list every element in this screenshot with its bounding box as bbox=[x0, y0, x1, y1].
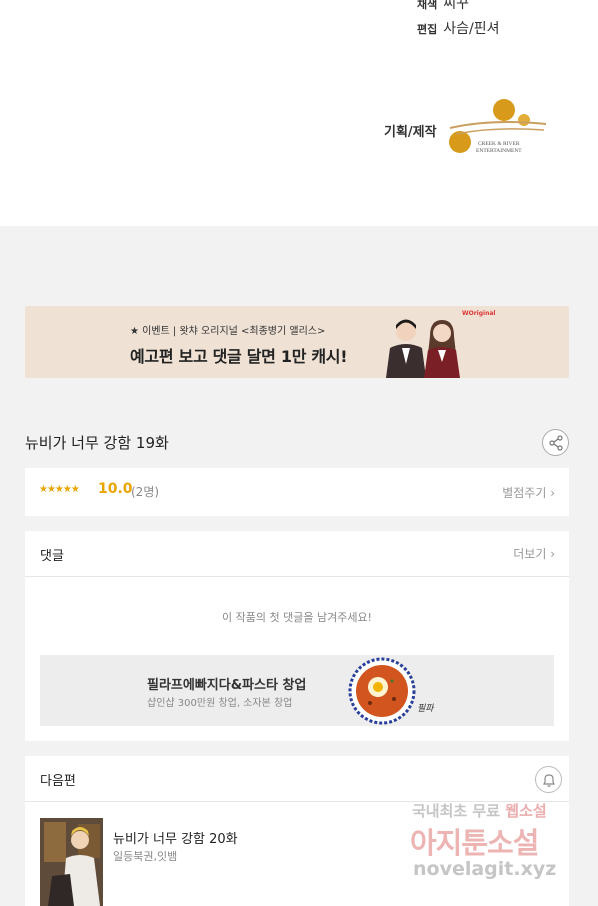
ad-subtitle: 샵인샵 300만원 창업, 소자본 창업 bbox=[147, 698, 293, 709]
credits-section: 채색 씨꾸 편집 사슴/핀셔 기획/제작 CREEK & RIVER ENTERTA… bbox=[0, 0, 598, 226]
ad-title: 필라프에빠지다&파스타 창업 bbox=[147, 678, 307, 693]
next-episode-divider bbox=[25, 801, 569, 802]
next-episode-author: 일등북권,잇뱀 bbox=[113, 850, 178, 863]
next-episode-title[interactable]: 뉴비가 너무 강함 20화 bbox=[113, 828, 238, 847]
rating-card: ★★★★★ 10.0 (2명) 별점주기 › bbox=[25, 468, 569, 516]
thumbnail-image bbox=[40, 818, 103, 906]
banner-character-female bbox=[424, 320, 460, 378]
notify-button[interactable] bbox=[535, 766, 562, 793]
comments-heading: 댓글 bbox=[40, 549, 64, 564]
share-button[interactable] bbox=[542, 429, 569, 456]
bell-icon bbox=[543, 774, 555, 787]
comments-empty-message: 이 작품의 첫 댓글을 남겨주세요! bbox=[222, 611, 372, 624]
next-episode-thumbnail[interactable] bbox=[40, 818, 103, 906]
credit-plan: 기획/제작 bbox=[384, 121, 443, 140]
next-episode-card: 다음편 뉴비가 너무 강함 20화 일등북권,잇뱀 bbox=[25, 756, 569, 906]
rating-stars: ★★★★★ bbox=[39, 484, 80, 495]
next-episode-heading: 다음편 bbox=[40, 774, 76, 789]
banner-brand-tag: WOriginal bbox=[462, 310, 496, 317]
credit-art-label: 채색 bbox=[417, 0, 438, 11]
credit-plan-label: 기획/제작 bbox=[384, 125, 437, 140]
rate-button[interactable]: 별점주기 › bbox=[502, 484, 555, 501]
creek-river-logo: CREEK & RIVER ENTERTAINMENT bbox=[449, 99, 547, 154]
event-banner[interactable]: ★ 이벤트 | 왓챠 오리지널 <최종병기 앨리스> 예고편 보고 댓글 달면 … bbox=[25, 306, 569, 378]
banner-subtitle: ★ 이벤트 | 왓챠 오리지널 <최종병기 앨리스> bbox=[130, 326, 326, 337]
episode-title: 뉴비가 너무 강함 19화 bbox=[25, 434, 169, 452]
comments-divider bbox=[25, 576, 569, 577]
rating-count: (2명) bbox=[131, 485, 160, 499]
share-icon bbox=[549, 435, 563, 451]
ad-food-plate-image bbox=[348, 657, 416, 725]
banner-title: 예고편 보고 댓글 달면 1만 캐시! bbox=[130, 347, 348, 366]
logo-text-2: ENTERTAINMENT bbox=[476, 148, 522, 154]
credit-edit: 편집 사슴/핀셔 bbox=[417, 18, 500, 38]
comments-more-link[interactable]: 더보기 › bbox=[513, 545, 555, 562]
comments-card: 댓글 더보기 › 이 작품의 첫 댓글을 남겨주세요! 필라프에빠지다&파스타 … bbox=[25, 531, 569, 741]
ad-banner[interactable]: 필라프에빠지다&파스타 창업 샵인샵 300만원 창업, 소자본 창업 필파 bbox=[40, 655, 554, 726]
ad-signature: 필파 bbox=[417, 704, 434, 714]
logo-text-1: CREEK & RIVER bbox=[478, 141, 520, 147]
credit-art: 채색 씨꾸 bbox=[417, 0, 469, 13]
credit-edit-value: 사슴/핀셔 bbox=[443, 21, 500, 37]
rating-score: 10.0 bbox=[98, 481, 133, 497]
credit-edit-label: 편집 bbox=[417, 23, 438, 36]
credit-art-value: 씨꾸 bbox=[443, 0, 470, 12]
